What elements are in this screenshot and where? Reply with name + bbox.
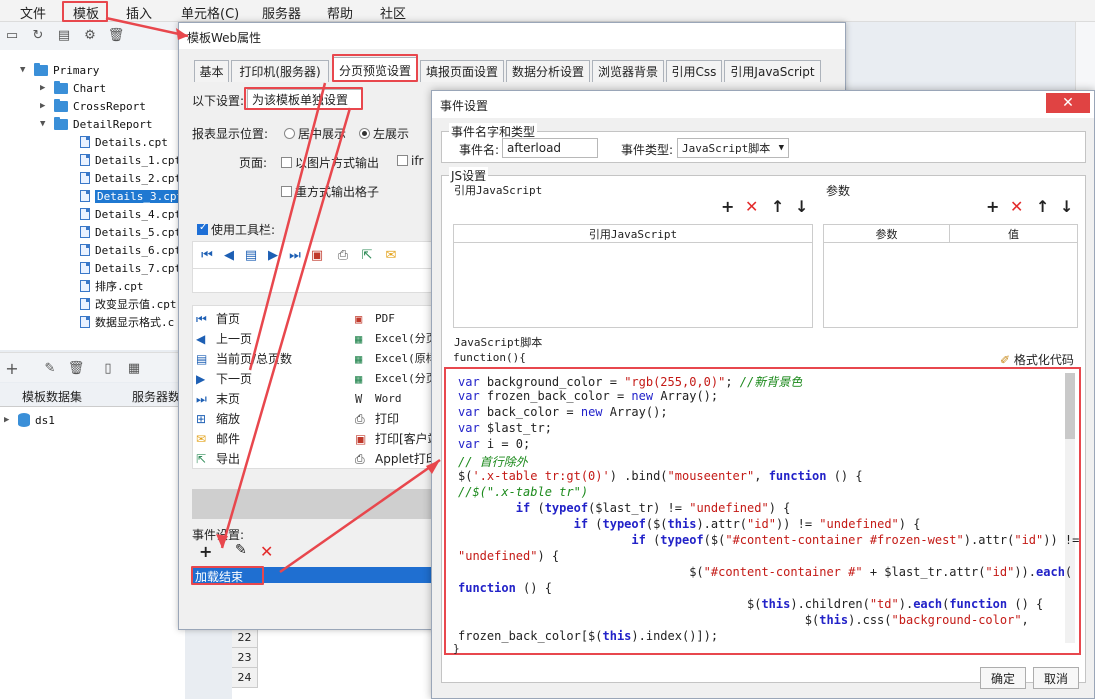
arrow-menu-to-window bbox=[105, 16, 189, 38]
arrow-select-to-event bbox=[220, 107, 352, 549]
annotation-arrows bbox=[105, 16, 441, 574]
arrow-head bbox=[176, 28, 188, 40]
arrow-head bbox=[426, 460, 440, 474]
arrow-head bbox=[216, 534, 228, 548]
arrow-event-to-code bbox=[279, 458, 441, 574]
